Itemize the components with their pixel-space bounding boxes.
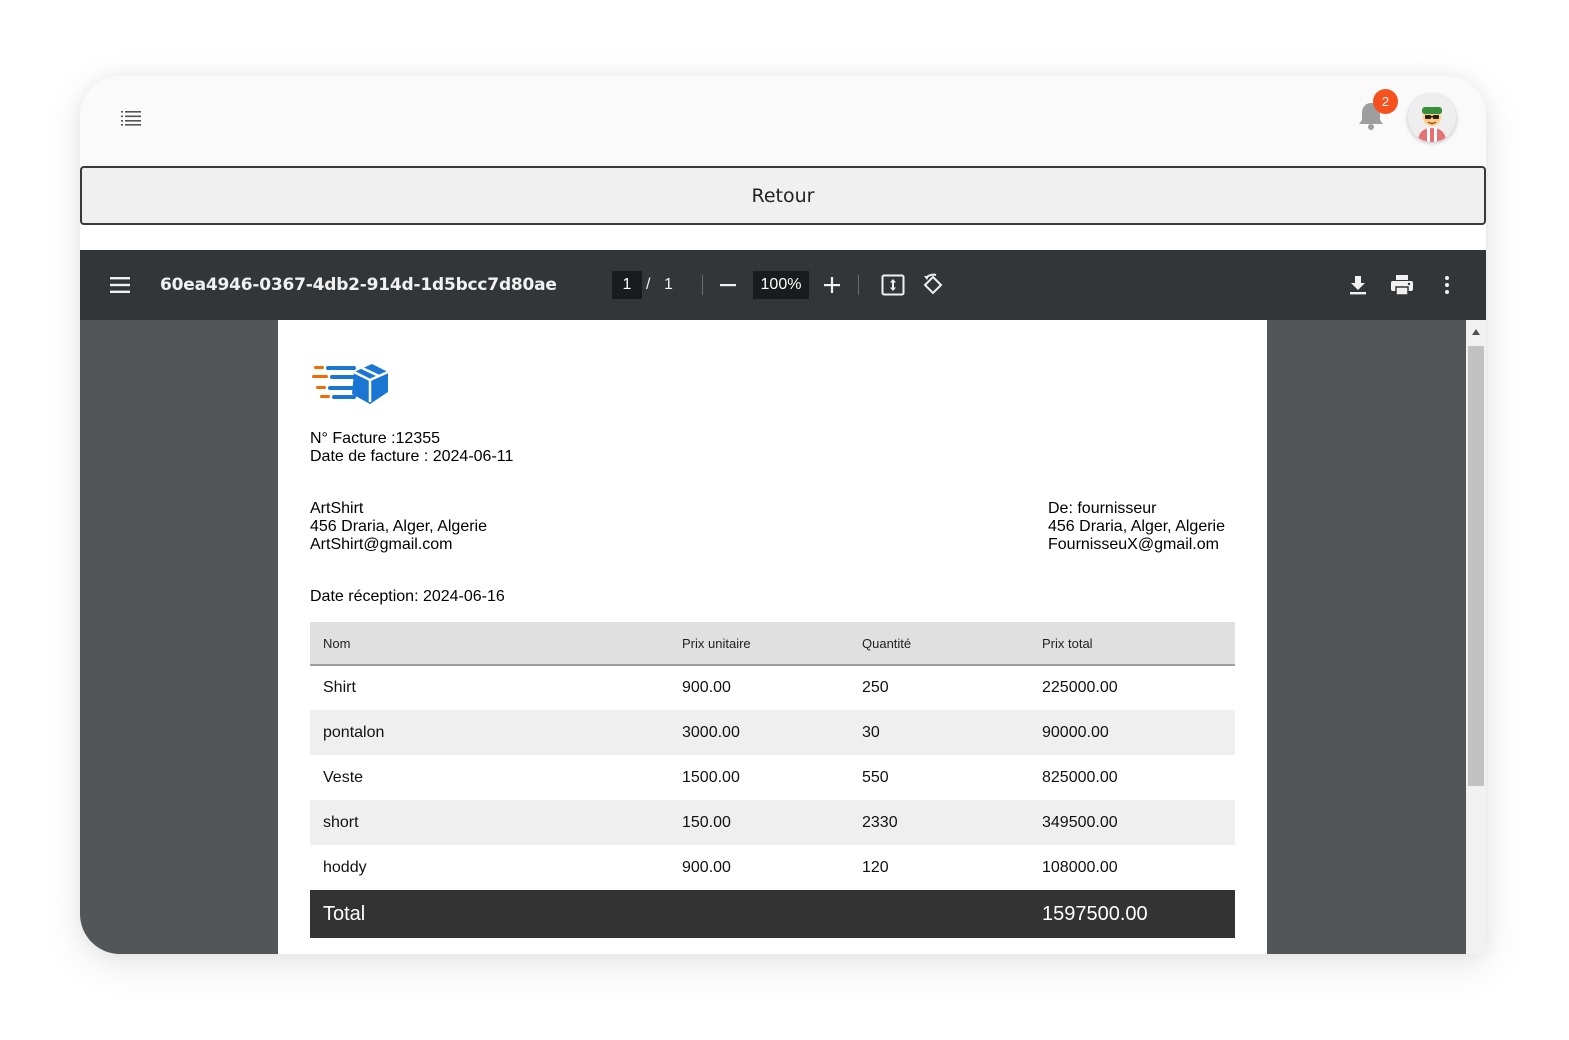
sidebar-toggle-button[interactable] (108, 273, 132, 297)
supplier-label: De: fournisseur (1048, 500, 1157, 517)
page-separator: / (646, 276, 651, 293)
notification-badge: 2 (1373, 89, 1398, 114)
zoom-in-icon (824, 277, 840, 293)
table-cell: 3000.00 (669, 710, 849, 755)
table-cell: 150.00 (669, 800, 849, 845)
user-avatar[interactable] (1408, 94, 1456, 142)
client-name: ArtShirt (310, 500, 364, 517)
table-cell: 1500.00 (682, 768, 740, 786)
column-header: Prix total (1029, 622, 1235, 666)
column-header: Prix unitaire (669, 622, 849, 666)
avatar-icon (1408, 94, 1456, 142)
table-cell: Veste (323, 768, 364, 786)
invoice-table: Nom Prix unitaire Quantité Prix total Sh… (310, 622, 1235, 938)
table-cell: pontalon (310, 710, 669, 755)
top-app-bar: 2 (80, 76, 1486, 166)
rotate-icon (923, 273, 943, 295)
reception-date: Date réception: 2024-06-16 (310, 588, 505, 605)
scrollbar-thumb[interactable] (1468, 346, 1484, 786)
table-cell: 825000.00 (1042, 768, 1118, 786)
print-button[interactable] (1389, 272, 1415, 298)
table-cell (849, 890, 1029, 938)
zoom-out-icon (720, 284, 736, 287)
zoom-input[interactable]: 100% (753, 271, 809, 299)
table-cell: short (310, 800, 669, 845)
print-icon (1391, 275, 1413, 296)
toolbar-divider (702, 275, 703, 295)
table-cell: 900.00 (682, 679, 731, 696)
fit-page-button[interactable] (880, 272, 906, 298)
pdf-page: N° Facture :12355 Date de facture : 2024… (278, 320, 1267, 954)
table-row: hoddy 900.00 120 108000.00 (310, 845, 1235, 890)
table-cell: Shirt (323, 679, 356, 696)
table-cell: 225000.00 (1042, 679, 1118, 696)
invoice-date: Date de facture : 2024-06-11 (310, 448, 514, 465)
client-address: 456 Draria, Alger, Algerie (310, 518, 487, 535)
more-vert-icon (1445, 276, 1449, 294)
pdf-viewer: 60ea4946-0367-4db2-914d-1d5bcc7d80ae 1 /… (80, 250, 1486, 954)
client-email: ArtShirt@gmail.com (310, 536, 453, 553)
back-button[interactable]: Retour (80, 166, 1486, 225)
app-window: 2 Retour 60ea4946-0367-4db2-914d-1d5bcc7… (80, 76, 1486, 954)
menu-button[interactable] (118, 104, 146, 132)
table-cell: 349500.00 (1029, 800, 1235, 845)
table-row: short 150.00 2330 349500.00 (310, 800, 1235, 845)
supplier-address: 456 Draria, Alger, Algerie (1048, 518, 1225, 535)
rotate-button[interactable] (920, 272, 946, 298)
table-cell: 550 (862, 768, 889, 786)
pdf-toolbar: 60ea4946-0367-4db2-914d-1d5bcc7d80ae 1 /… (80, 250, 1486, 320)
document-title: 60ea4946-0367-4db2-914d-1d5bcc7d80ae (160, 275, 557, 295)
table-cell: 90000.00 (1029, 710, 1235, 755)
toolbar-divider (858, 275, 859, 295)
table-cell: 108000.00 (1042, 858, 1118, 876)
table-cell: 250 (862, 679, 889, 696)
invoice-number: N° Facture :12355 (310, 430, 441, 447)
company-logo (312, 364, 389, 404)
zoom-in-button[interactable] (819, 272, 845, 298)
table-row: Shirt 900.00 250 225000.00 (310, 665, 1235, 710)
supplier-email: FournisseuX@gmail.om (1048, 536, 1219, 553)
total-value: 1597500.00 (1029, 890, 1235, 938)
table-row: pontalon 3000.00 30 90000.00 (310, 710, 1235, 755)
scroll-up-button[interactable] (1466, 322, 1486, 342)
download-icon (1350, 276, 1366, 295)
zoom-out-button[interactable] (715, 272, 741, 298)
table-cell: hoddy (323, 858, 367, 876)
hamburger-icon (110, 277, 130, 293)
table-cell: 900.00 (682, 858, 731, 876)
table-row: Veste 1500.00 550 825000.00 (310, 755, 1235, 800)
more-options-button[interactable] (1434, 272, 1460, 298)
page-total: 1 (664, 276, 673, 293)
page-number-input[interactable]: 1 (612, 271, 642, 299)
total-row: Total 1597500.00 (310, 890, 1235, 938)
arrow-up-icon (1472, 329, 1480, 335)
column-header: Quantité (849, 622, 1029, 666)
table-cell: 30 (849, 710, 1029, 755)
fit-page-icon (881, 274, 905, 296)
table-cell: 120 (862, 858, 889, 876)
table-header-row: Nom Prix unitaire Quantité Prix total (310, 622, 1235, 666)
table-cell: 2330 (849, 800, 1029, 845)
column-header: Nom (310, 622, 669, 666)
menu-icon (121, 111, 141, 126)
table-cell (669, 890, 849, 938)
total-label: Total (310, 890, 669, 938)
download-button[interactable] (1345, 272, 1371, 298)
